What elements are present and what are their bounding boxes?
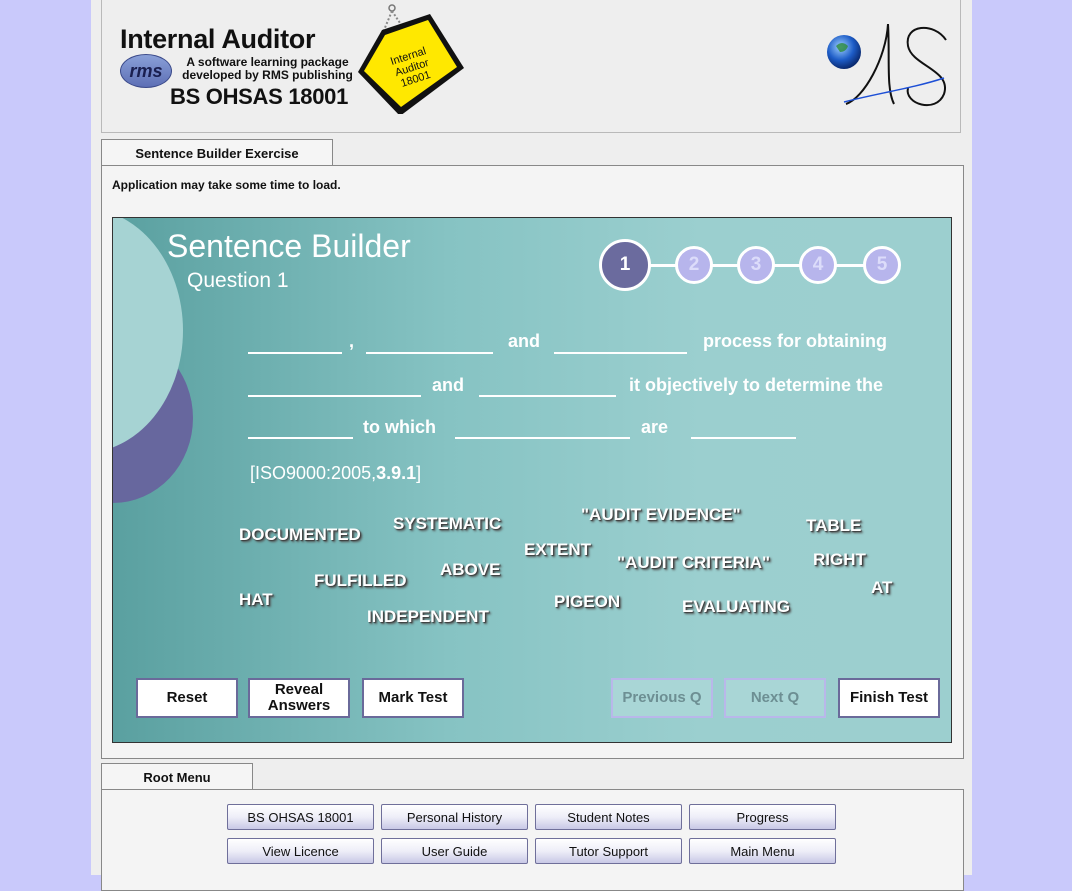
iso-reference-clause: 3.9.1 (376, 463, 417, 483)
rms-logo: rms (120, 54, 172, 88)
menu-view-licence[interactable]: View Licence (227, 838, 374, 864)
word-systematic[interactable]: SYSTEMATIC (393, 514, 501, 534)
step-2[interactable]: 2 (675, 246, 713, 284)
as-logo-icon (827, 23, 947, 106)
answer-blank-3[interactable] (554, 352, 687, 354)
answer-blank-8[interactable] (691, 437, 796, 439)
menu-main-menu[interactable]: Main Menu (689, 838, 836, 864)
next-question-button[interactable]: Next Q (724, 678, 826, 718)
mark-test-button[interactable]: Mark Test (362, 678, 464, 718)
sentence-process: process for obtaining (703, 331, 888, 351)
reveal-answers-label-line1: Reveal (274, 681, 324, 698)
sentence-to-which: to which (363, 417, 436, 437)
reveal-answers-label-line2: Answers (267, 697, 331, 714)
standard-title: BS OHSAS 18001 (170, 84, 348, 109)
tab-root-menu[interactable]: Root Menu (101, 763, 253, 790)
menu-progress[interactable]: Progress (689, 804, 836, 830)
word-fulfilled[interactable]: FULFILLED (314, 571, 407, 591)
word-evaluating[interactable]: EVALUATING (682, 597, 790, 617)
word-pigeon[interactable]: PIGEON (554, 592, 620, 612)
reveal-answers-button[interactable]: Reveal Answers (248, 678, 350, 718)
page: Internal Auditor rms A software learning… (91, 0, 972, 891)
sentence-and-2: and (432, 375, 465, 395)
builder-title: Sentence Builder (167, 228, 411, 264)
app-subtitle: A software learning package developed by… (180, 56, 355, 82)
word-extent[interactable]: EXTENT (524, 540, 591, 560)
finish-test-button[interactable]: Finish Test (838, 678, 940, 718)
previous-question-button[interactable]: Previous Q (611, 678, 713, 718)
word-audit-criteria[interactable]: "AUDIT CRITERIA" (617, 553, 770, 573)
word-audit-evidence[interactable]: "AUDIT EVIDENCE" (581, 505, 741, 525)
sentence-builder-stage: Sentence Builder Question 1 1 2 3 4 5 , … (112, 217, 952, 743)
sentence-are: are (641, 417, 669, 437)
step-4[interactable]: 4 (799, 246, 837, 284)
word-above[interactable]: ABOVE (440, 560, 500, 580)
menu-student-notes[interactable]: Student Notes (535, 804, 682, 830)
question-label: Question 1 (187, 269, 289, 292)
tab-sentence-builder-exercise[interactable]: Sentence Builder Exercise (101, 139, 333, 166)
iso-reference-prefix: [ISO9000:2005, (250, 463, 377, 483)
menu-personal-history[interactable]: Personal History (381, 804, 528, 830)
word-table[interactable]: TABLE (806, 516, 861, 536)
menu-bs-ohsas-18001[interactable]: BS OHSAS 18001 (227, 804, 374, 830)
sentence-comma: , (349, 331, 355, 351)
step-1[interactable]: 1 (599, 239, 651, 291)
answer-blank-4[interactable] (248, 395, 421, 397)
loading-note: Application may take some time to load. (112, 178, 341, 192)
app-title: Internal Auditor (120, 24, 316, 54)
answer-blank-6[interactable] (248, 437, 353, 439)
answer-blank-2[interactable] (366, 352, 493, 354)
iso-reference: [ISO9000:2005,3.9.1] (250, 463, 421, 484)
step-5[interactable]: 5 (863, 246, 901, 284)
word-independent[interactable]: INDEPENDENT (367, 607, 489, 627)
app-subtitle-line2: developed by RMS publishing (182, 68, 353, 82)
answer-blank-7[interactable] (455, 437, 630, 439)
menu-tutor-support[interactable]: Tutor Support (535, 838, 682, 864)
word-at[interactable]: AT (871, 578, 892, 598)
menu-user-guide[interactable]: User Guide (381, 838, 528, 864)
word-right[interactable]: RIGHT (813, 550, 866, 570)
sentence-and-1: and (508, 331, 541, 351)
word-documented[interactable]: DOCUMENTED (239, 525, 361, 545)
iso-reference-suffix: ] (416, 463, 422, 483)
answer-blank-1[interactable] (248, 352, 342, 354)
answer-blank-5[interactable] (479, 395, 616, 397)
word-hat[interactable]: HAT (239, 590, 273, 610)
reset-button[interactable]: Reset (136, 678, 238, 718)
question-stepper: 1 2 3 4 5 (599, 239, 909, 291)
step-3[interactable]: 3 (737, 246, 775, 284)
app-header: Internal Auditor rms A software learning… (101, 0, 961, 133)
sentence-objectively: it objectively to determine the (629, 375, 884, 395)
